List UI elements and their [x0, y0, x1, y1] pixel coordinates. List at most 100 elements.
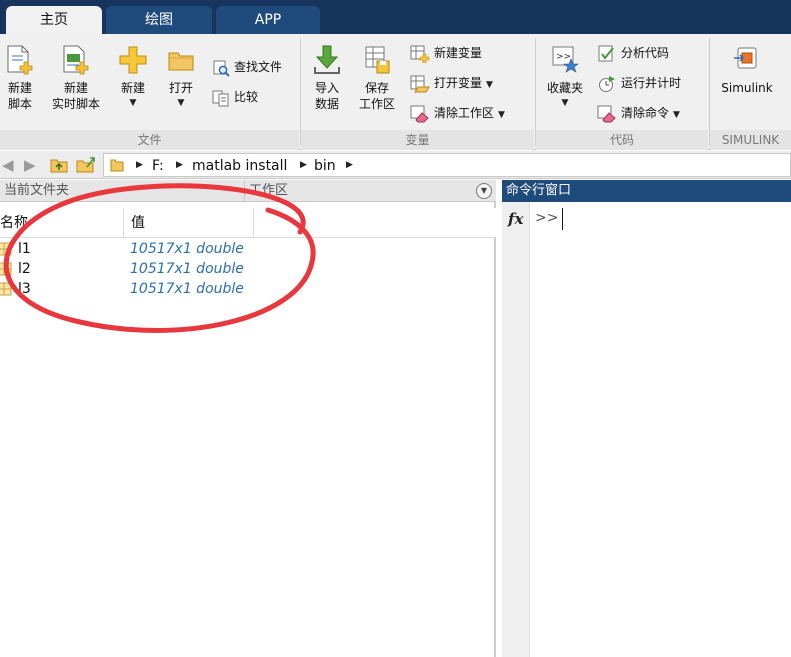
new-script-label-2: 脚本 — [7, 97, 32, 111]
new-live-script-label-1: 新建 — [63, 81, 88, 95]
new-live-script-icon — [63, 45, 89, 75]
clear-workspace-button[interactable]: 清除工作区 ▼ — [410, 102, 505, 124]
variable-matrix-icon — [0, 282, 12, 296]
clear-commands-button[interactable]: 清除命令 ▼ — [597, 102, 680, 124]
command-prompt: >> — [535, 210, 559, 226]
simulink-icon — [734, 47, 757, 69]
workspace-column-header: 名称 值 — [0, 208, 496, 238]
new-script-label-1: 新建 — [7, 81, 32, 95]
workspace-panel: 当前文件夹 工作区 ▼ 名称 值 l1 10517x1 double l2 10… — [0, 180, 496, 657]
new-variable-button[interactable]: 新建变量 — [410, 42, 482, 64]
favorites-button[interactable]: >> 收藏夹 ▼ — [542, 44, 588, 108]
analyze-code-icon — [598, 45, 614, 61]
plus-icon — [119, 46, 147, 74]
variable-value: 10517x1 double — [130, 241, 244, 257]
analyze-code-button[interactable]: 分析代码 — [597, 42, 669, 64]
breadcrumb-separator-icon[interactable]: ▶ — [346, 160, 353, 170]
folder-icon — [110, 159, 124, 172]
open-variable-dropdown-icon[interactable]: ▼ — [486, 80, 493, 90]
find-files-icon — [213, 60, 230, 77]
tab-plots[interactable]: 绘图 — [106, 6, 212, 34]
save-workspace-button[interactable]: 保存 工作区 — [354, 44, 400, 112]
tab-bar: 主页 绘图 APP — [0, 0, 791, 34]
find-files-button[interactable]: 查找文件 — [212, 56, 282, 78]
compare-button[interactable]: 比较 — [212, 86, 258, 108]
new-label: 新建 — [120, 81, 145, 95]
variable-name: l1 — [18, 241, 31, 257]
variable-group-label: 变量 — [301, 130, 534, 150]
column-header-name[interactable]: 名称 — [0, 208, 28, 238]
workspace-variable-row[interactable]: l3 10517x1 double — [0, 279, 496, 299]
compare-icon — [212, 90, 229, 106]
new-dropdown-icon[interactable]: ▼ — [114, 98, 152, 108]
simulink-button[interactable]: Simulink — [716, 44, 778, 96]
new-button[interactable]: 新建 ▼ — [114, 44, 152, 108]
workspace-menu-icon[interactable]: ▼ — [476, 183, 492, 199]
column-divider[interactable] — [123, 208, 124, 238]
favorites-label: 收藏夹 — [546, 81, 583, 95]
favorites-dropdown-icon[interactable]: ▼ — [542, 98, 588, 108]
clear-workspace-dropdown-icon[interactable]: ▼ — [498, 110, 505, 120]
save-workspace-label-2: 工作区 — [358, 97, 395, 111]
new-script-button[interactable]: 新建 脚本 — [2, 44, 38, 112]
up-folder-icon[interactable] — [50, 157, 68, 173]
breadcrumb-separator-icon[interactable]: ▶ — [176, 160, 183, 170]
open-dropdown-icon[interactable]: ▼ — [162, 98, 200, 108]
workspace-header[interactable]: 工作区 ▼ — [244, 180, 496, 202]
analyze-code-label: 分析代码 — [621, 46, 670, 60]
run-and-time-icon — [599, 75, 615, 92]
open-variable-icon — [410, 75, 430, 92]
new-live-script-label-2: 实时脚本 — [51, 97, 100, 111]
breadcrumb-drive[interactable]: F: — [152, 157, 164, 175]
workspace-title: 工作区 — [249, 183, 289, 198]
new-live-script-button[interactable]: 新建 实时脚本 — [48, 44, 104, 112]
clear-commands-label: 清除命令 — [621, 106, 670, 120]
clear-commands-dropdown-icon[interactable]: ▼ — [673, 110, 680, 120]
workspace-variable-row[interactable]: l2 10517x1 double — [0, 259, 496, 279]
column-divider[interactable] — [253, 208, 254, 238]
variable-matrix-icon — [0, 242, 12, 256]
column-header-value[interactable]: 值 — [131, 208, 145, 238]
run-and-time-button[interactable]: 运行并计时 — [597, 72, 681, 94]
simulink-group-label: SIMULINK — [710, 130, 791, 150]
eraser-icon — [410, 105, 429, 122]
variable-value: 10517x1 double — [130, 281, 244, 297]
folder-icon — [168, 52, 194, 71]
forward-arrow-icon[interactable]: ▶ — [24, 157, 36, 173]
command-window[interactable]: 命令行窗口 fx >> — [502, 180, 791, 657]
find-files-label: 查找文件 — [234, 60, 283, 74]
command-window-header[interactable]: 命令行窗口 — [502, 180, 791, 202]
import-data-icon — [314, 45, 340, 74]
code-group-label: 代码 — [536, 130, 708, 150]
command-window-title: 命令行窗口 — [506, 183, 572, 198]
text-cursor[interactable] — [562, 208, 563, 230]
tab-apps[interactable]: APP — [216, 6, 320, 34]
svg-text:>>: >> — [556, 52, 571, 62]
favorites-icon: >> — [552, 46, 579, 73]
breadcrumb-separator-icon[interactable]: ▶ — [136, 160, 143, 170]
clear-workspace-label: 清除工作区 — [434, 106, 495, 120]
browse-folder-icon[interactable] — [76, 156, 96, 174]
breadcrumb-separator-icon[interactable]: ▶ — [300, 160, 307, 170]
open-button[interactable]: 打开 ▼ — [162, 44, 200, 108]
import-data-label-1: 导入 — [314, 81, 339, 95]
save-workspace-label-1: 保存 — [364, 81, 389, 95]
open-variable-label: 打开变量 — [434, 76, 483, 90]
command-window-gutter: fx — [502, 202, 530, 657]
import-data-label-2: 数据 — [314, 97, 339, 111]
run-and-time-label: 运行并计时 — [621, 76, 682, 90]
tab-home[interactable]: 主页 — [6, 6, 102, 34]
import-data-button[interactable]: 导入 数据 — [306, 44, 348, 112]
open-variable-button[interactable]: 打开变量 ▼ — [410, 72, 493, 94]
new-variable-icon — [410, 45, 430, 63]
path-field[interactable]: ▶ F: ▶ matlab install ▶ bin ▶ — [103, 153, 791, 177]
current-folder-header[interactable]: 当前文件夹 — [0, 180, 244, 202]
address-bar: ◀ ▶ ▶ F: ▶ matlab install ▶ bin ▶ — [0, 151, 791, 179]
back-arrow-icon[interactable]: ◀ — [2, 157, 14, 173]
function-browser-icon[interactable]: fx — [508, 210, 523, 228]
variable-matrix-icon — [0, 262, 12, 276]
breadcrumb-folder[interactable]: matlab install — [192, 157, 287, 175]
new-script-icon — [7, 45, 33, 75]
breadcrumb-folder[interactable]: bin — [314, 157, 336, 175]
workspace-variable-row[interactable]: l1 10517x1 double — [0, 239, 496, 259]
